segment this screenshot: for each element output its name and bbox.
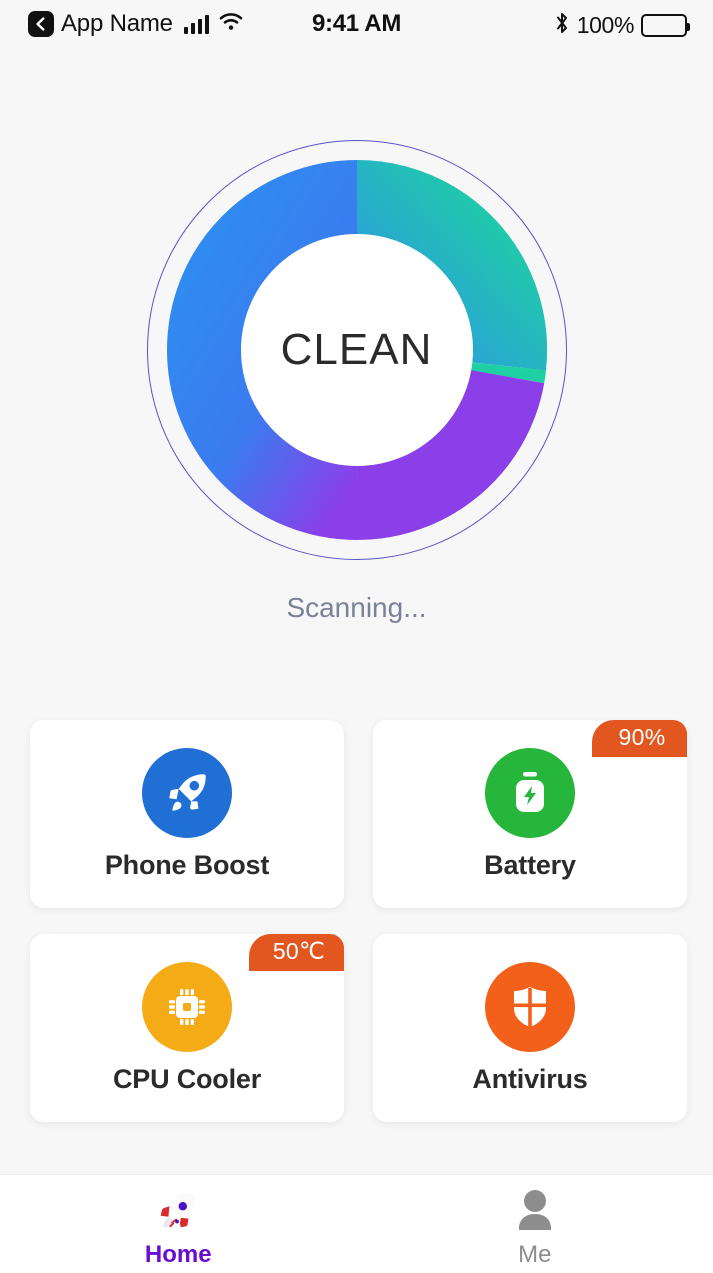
- status-bar: App Name 9:41 AM 100%: [0, 0, 713, 52]
- scan-donut-chart[interactable]: CLEAN: [146, 140, 567, 560]
- battery-percent-label: 100%: [576, 12, 635, 38]
- scan-section: CLEAN Scanning...: [0, 140, 713, 623]
- donut-center: CLEAN: [240, 234, 473, 466]
- status-badge: 90%: [592, 720, 687, 757]
- status-bar-right: 100%: [554, 11, 690, 40]
- feature-label: Phone Boost: [104, 849, 270, 880]
- nav-label: Me: [518, 1241, 552, 1268]
- rocket-icon: [142, 747, 232, 838]
- scan-status-title: CLEAN: [280, 325, 433, 374]
- battery-full-icon: [641, 14, 690, 37]
- nav-item-me[interactable]: Me: [357, 1175, 713, 1273]
- feature-label: Battery: [484, 849, 576, 880]
- person-icon: [513, 1185, 557, 1237]
- feature-label: Antivirus: [472, 1063, 588, 1094]
- scan-progress-text: Scanning...: [286, 592, 427, 623]
- nav-item-home[interactable]: Home: [0, 1175, 357, 1273]
- shield-icon: [485, 961, 575, 1052]
- feature-card-phone-boost[interactable]: Phone Boost: [30, 720, 344, 908]
- feature-card-antivirus[interactable]: Antivirus: [373, 934, 687, 1122]
- cpu-chip-icon: [142, 961, 232, 1052]
- status-badge: 50℃: [249, 934, 344, 971]
- feature-grid: Phone Boost Battery 90% CPU Cooler 50℃ A…: [28, 718, 687, 1122]
- bottom-navigation: Home Me: [0, 1174, 713, 1273]
- app-screen: App Name 9:41 AM 100% CLEAN Scanning... …: [0, 0, 713, 1273]
- feature-label: CPU Cooler: [112, 1063, 262, 1094]
- feature-card-battery[interactable]: Battery 90%: [373, 720, 687, 908]
- nav-label: Home: [144, 1241, 212, 1268]
- bluetooth-icon: [554, 11, 570, 40]
- feature-card-cpu-cooler[interactable]: CPU Cooler 50℃: [30, 934, 344, 1122]
- battery-charging-icon: [485, 747, 575, 838]
- rocket-emoji-icon: [155, 1185, 201, 1237]
